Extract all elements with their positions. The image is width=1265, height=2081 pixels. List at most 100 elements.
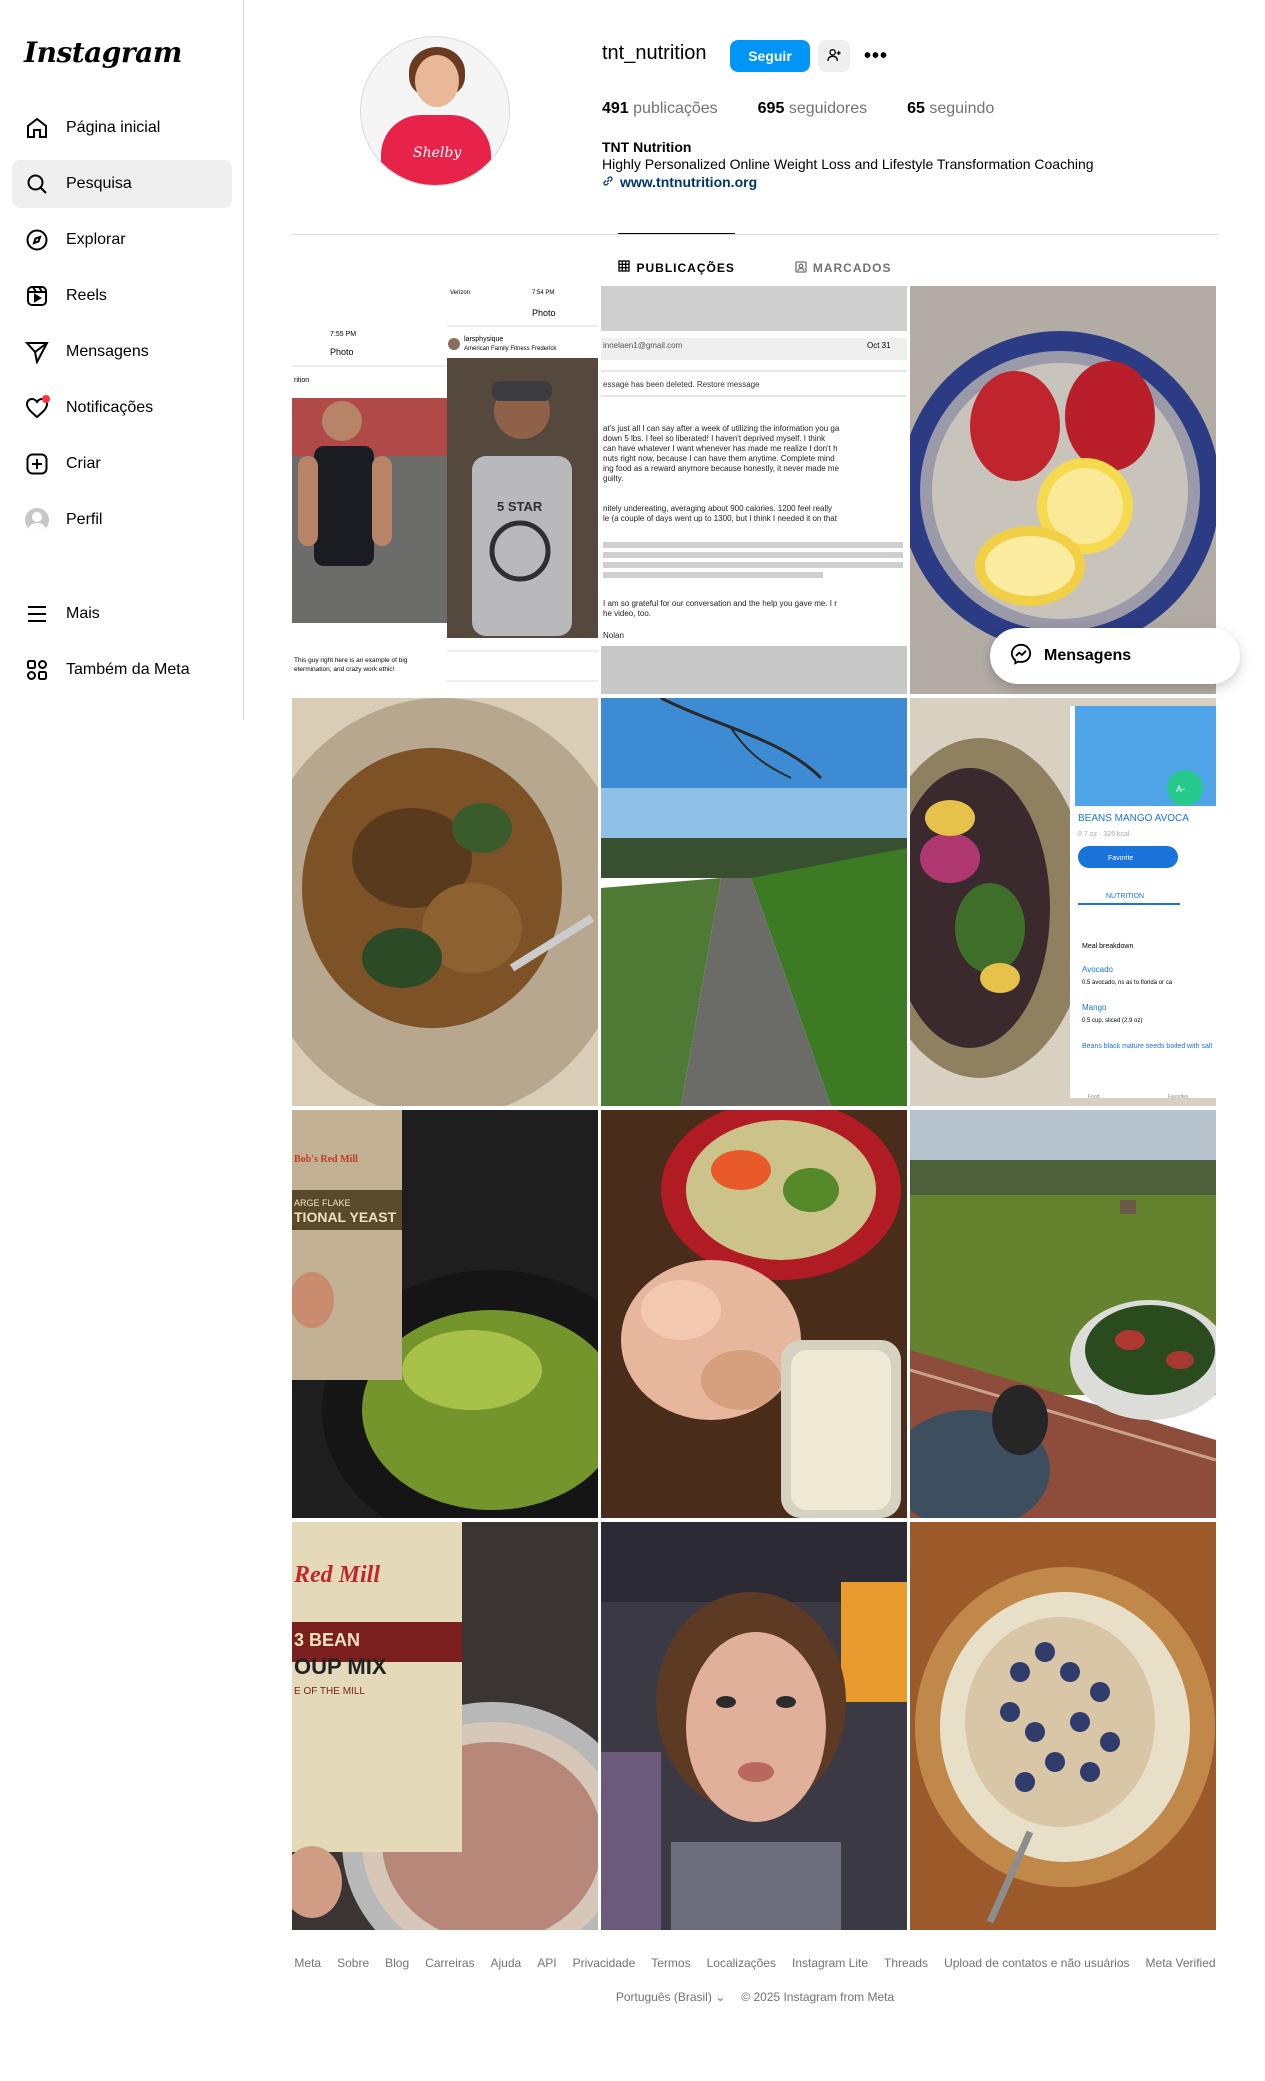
bio-link[interactable]: www.tntnutrition.org <box>602 174 757 190</box>
followers-stat[interactable]: 695 seguidores <box>758 100 867 118</box>
p2-line: nuts right now, because I can have them … <box>603 454 835 463</box>
sidebar-item-reels[interactable]: Reels <box>12 272 232 320</box>
sidebar-item-label: Também da Meta <box>66 661 190 678</box>
footer-link[interactable]: Sobre <box>337 1956 369 1970</box>
sidebar-item-notifications[interactable]: Notificações <box>12 384 232 432</box>
tab-posts[interactable]: PUBLICAÇÕES <box>618 233 735 283</box>
bio-text: Highly Personalized Online Weight Loss a… <box>602 156 1094 172</box>
post-thumbnail[interactable]: innelaen1@gmail.com Oct 31 essage has be… <box>601 286 907 694</box>
tab-tagged[interactable]: MARCADOS <box>795 234 892 284</box>
p6-fav: Favorite <box>1108 855 1133 862</box>
p10-l3: E OF THE MILL <box>294 1686 365 1697</box>
p6-badge: A- <box>1176 784 1185 794</box>
p7-l2: TIONAL YEAST <box>294 1209 397 1225</box>
sidebar-item-messages[interactable]: Mensagens <box>12 328 232 376</box>
p6-i1d: 0.5 avocado, ns as to florida or ca <box>1082 980 1173 986</box>
footer-link[interactable]: Carreiras <box>425 1956 474 1970</box>
profile-pic-script: Shelby <box>413 145 462 161</box>
post-thumbnail[interactable]: 7:55 PM Photo rition This guy right here… <box>292 286 598 694</box>
footer-link[interactable]: Blog <box>385 1956 409 1970</box>
footer-links: Meta Sobre Blog Carreiras Ajuda API Priv… <box>292 1956 1218 1970</box>
p6-nutrition: NUTRITION <box>1106 893 1144 900</box>
sidebar-item-create[interactable]: Criar <box>12 440 232 488</box>
follow-button[interactable]: Seguir <box>730 40 810 72</box>
heart-icon <box>24 395 50 421</box>
following-stat[interactable]: 65 seguindo <box>907 100 994 118</box>
reels-icon <box>24 283 50 309</box>
footer-link[interactable]: API <box>537 1956 556 1970</box>
footer-link[interactable]: Threads <box>884 1956 928 1970</box>
sidebar-item-more[interactable]: Mais <box>12 590 232 638</box>
footer-link[interactable]: Localizações <box>707 1956 776 1970</box>
sidebar-bottom: Mais Também da Meta <box>12 590 232 702</box>
p2-line: can have whatever I want whenever has ma… <box>603 444 838 453</box>
sidebar-item-profile[interactable]: Perfil <box>12 496 232 544</box>
post-thumbnail[interactable]: A- BEANS MANGO AVOCA 9.7 oz · 326 kcal F… <box>910 698 1216 1106</box>
messages-icon <box>24 339 50 365</box>
sidebar-item-label: Página inicial <box>66 119 161 136</box>
footer-link[interactable]: Meta Verified <box>1146 1956 1216 1970</box>
p6-title: BEANS MANGO AVOCA <box>1078 813 1189 824</box>
language-selector[interactable]: Português (Brasil) ⌄ <box>616 1990 725 2004</box>
add-user-icon <box>826 47 842 66</box>
footer-link[interactable]: Instagram Lite <box>792 1956 868 1970</box>
messages-floating-button[interactable]: Mensagens <box>990 628 1240 684</box>
profile-tabs: PUBLICAÇÕES MARCADOS <box>292 233 1218 284</box>
sidebar: Instagram Página inicial Pesquisa Explor… <box>0 0 244 720</box>
sidebar-item-label: Reels <box>66 287 107 304</box>
sidebar-item-search[interactable]: Pesquisa <box>12 160 232 208</box>
link-icon <box>602 174 614 190</box>
footer-link[interactable]: Privacidade <box>573 1956 636 1970</box>
p2-line: ing food as a reward anymore because hon… <box>603 464 840 473</box>
post-thumbnail[interactable]: Bob's Red Mill ARGE FLAKE TIONAL YEAST <box>292 1110 598 1518</box>
post-thumbnail[interactable]: Red Mill 3 BEAN OUP MIX E OF THE MILL <box>292 1522 598 1930</box>
messenger-icon <box>1010 643 1032 670</box>
sidebar-item-label: Perfil <box>66 511 103 528</box>
sidebar-item-label: Mais <box>66 605 100 622</box>
footer-link[interactable]: Upload de contatos e não usuários <box>944 1956 1129 1970</box>
p6-i2: Mango <box>1082 1003 1107 1012</box>
p2-line: nitely undereating, averaging about 900 … <box>603 504 832 513</box>
sidebar-nav: Página inicial Pesquisa Explorar Reels M… <box>12 104 232 552</box>
instagram-logo[interactable]: Instagram <box>24 36 182 69</box>
p7-l1: ARGE FLAKE <box>294 1198 351 1208</box>
post-thumbnail[interactable] <box>601 1522 907 1930</box>
suggest-similar-button[interactable] <box>818 40 850 72</box>
sidebar-item-home[interactable]: Página inicial <box>12 104 232 152</box>
footer-link[interactable]: Ajuda <box>491 1956 522 1970</box>
p6-i1: Avocado <box>1082 965 1114 974</box>
profile-picture[interactable]: Shelby <box>360 36 510 186</box>
post-thumbnail[interactable] <box>910 1522 1216 1930</box>
post-thumbnail[interactable] <box>601 698 907 1106</box>
footer-link[interactable]: Termos <box>651 1956 690 1970</box>
p1-shirt: 5 STAR <box>497 499 543 514</box>
tagged-icon <box>795 260 807 276</box>
meta-apps-icon <box>24 657 50 683</box>
p2-line: he video, too. <box>603 609 651 618</box>
sidebar-item-label: Criar <box>66 455 101 472</box>
footer-link[interactable]: Meta <box>294 1956 321 1970</box>
p10-l1: 3 BEAN <box>294 1630 360 1650</box>
p2-line: le (a couple of days went up to 1300, bu… <box>603 514 838 523</box>
sidebar-item-explore[interactable]: Explorar <box>12 216 232 264</box>
notification-dot <box>42 395 50 403</box>
p2-line: guilty. <box>603 474 623 483</box>
p6-meal: Meal breakdown <box>1082 943 1133 950</box>
profile-username: tnt_nutrition <box>602 42 707 64</box>
post-thumbnail[interactable] <box>601 1110 907 1518</box>
plus-square-icon <box>24 451 50 477</box>
p2-line: at's just all I can say after a week of … <box>603 424 840 433</box>
post-thumbnail[interactable] <box>292 698 598 1106</box>
p10-l2: OUP MIX <box>294 1654 387 1679</box>
post-thumbnail[interactable] <box>910 1110 1216 1518</box>
sidebar-item-label: Notificações <box>66 399 154 416</box>
p2-deleted: essage has been deleted. Restore message <box>603 380 760 389</box>
posts-stat[interactable]: 491 publicações <box>602 100 718 118</box>
p2-date: Oct 31 <box>867 341 891 350</box>
sidebar-item-also-from-meta[interactable]: Também da Meta <box>12 646 232 694</box>
more-options-icon[interactable]: ••• <box>860 40 892 72</box>
p1-label-left: rition <box>294 377 309 384</box>
p2-line: down 5 lbs. I feel so liberated! I haven… <box>603 434 826 443</box>
profile-stats: 491 publicações 695 seguidores 65 seguin… <box>602 100 994 118</box>
p1-time-left: 7:55 PM <box>330 331 356 338</box>
